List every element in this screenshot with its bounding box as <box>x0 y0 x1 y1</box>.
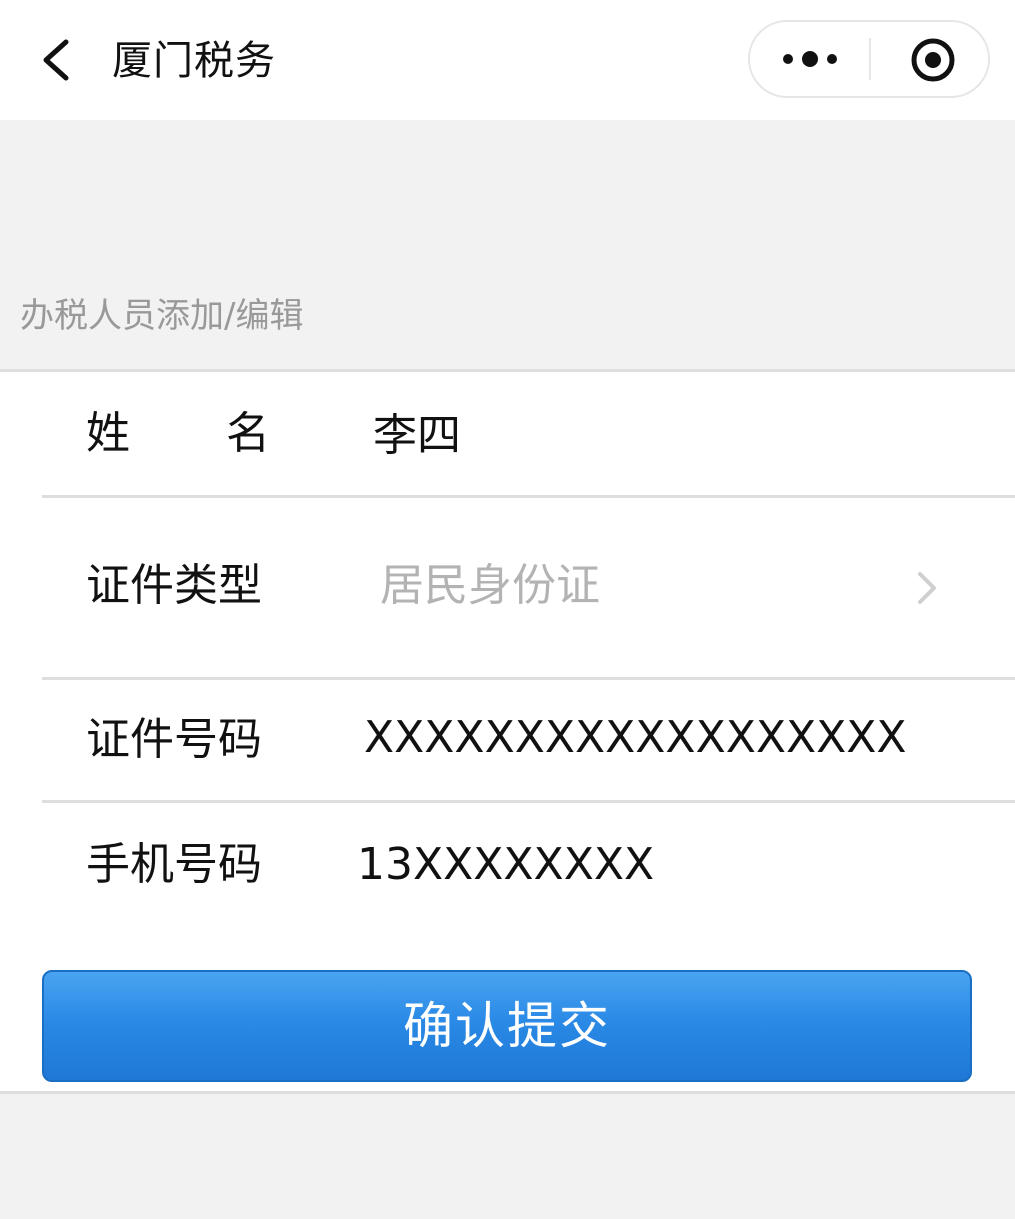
phone-label: 手机号码 <box>86 839 262 890</box>
page-title: 厦门税务 <box>112 38 276 84</box>
more-dots-icon <box>783 51 837 67</box>
id-type-row[interactable]: 证件类型 居民身份证 <box>0 498 1015 678</box>
name-row[interactable]: 姓名 李四 <box>0 372 1015 495</box>
chevron-right-icon <box>918 572 936 604</box>
id-number-label: 证件号码 <box>86 714 262 765</box>
back-button[interactable] <box>30 30 80 90</box>
submit-button[interactable]: 确认提交 <box>42 970 972 1082</box>
section-header: 办税人员添加/编辑 <box>20 296 304 336</box>
navigation-bar: 厦门税务 <box>0 0 1015 120</box>
phone-field[interactable]: 13XXXXXXXX <box>357 837 654 893</box>
id-type-select[interactable]: 居民身份证 <box>380 558 600 614</box>
mini-program-capsule <box>748 20 990 98</box>
target-close-icon <box>911 38 955 82</box>
id-number-field[interactable]: XXXXXXXXXXXXXXXXXX <box>364 710 907 766</box>
more-button[interactable] <box>750 22 870 96</box>
close-mini-program-button[interactable] <box>871 22 988 96</box>
id-type-label: 证件类型 <box>86 560 262 611</box>
id-number-row[interactable]: 证件号码 XXXXXXXXXXXXXXXXXX <box>0 680 1015 800</box>
chevron-left-icon <box>43 39 69 81</box>
name-label: 姓名 <box>86 408 366 459</box>
phone-row[interactable]: 手机号码 13XXXXXXXX <box>0 803 1015 923</box>
taxpayer-form: 姓名 李四 证件类型 居民身份证 证件号码 XXXXXXXXXXXXXXXXXX… <box>0 369 1015 1094</box>
name-field[interactable]: 李四 <box>373 408 461 464</box>
